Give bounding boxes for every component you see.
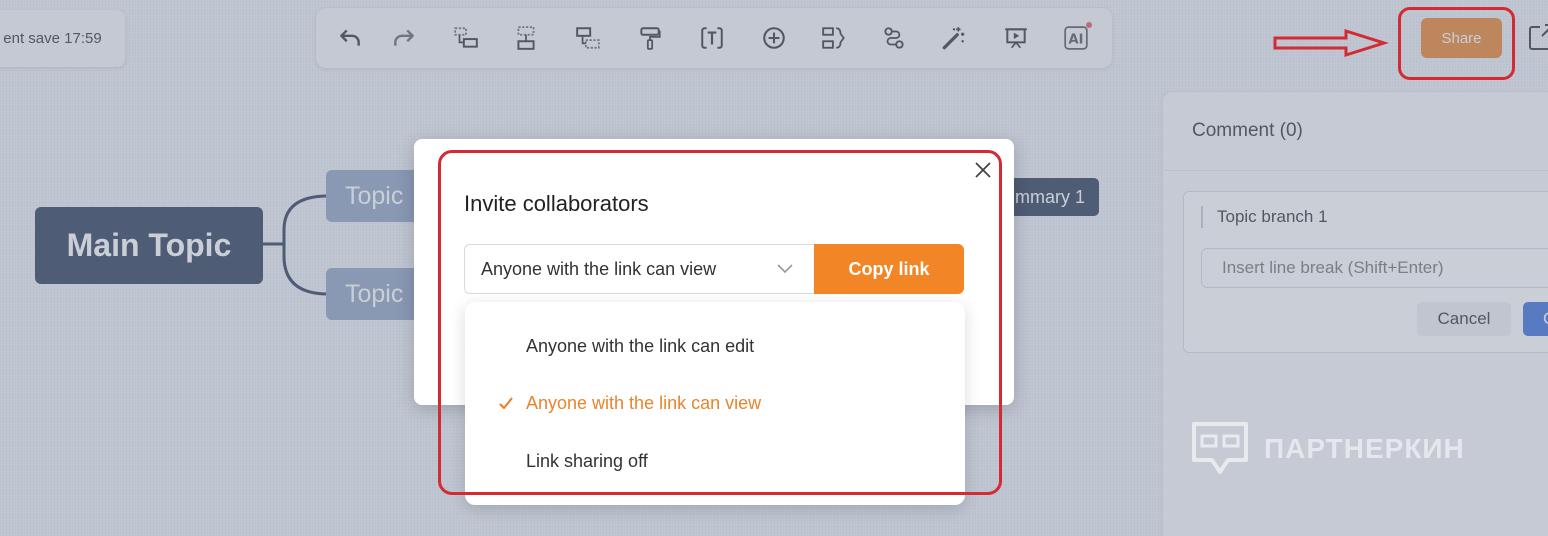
red-arrow-annotation xyxy=(1273,28,1389,58)
watermark: ПАРТНЕРКИН xyxy=(1190,420,1465,478)
watermark-logo-icon xyxy=(1192,422,1248,474)
watermark-text: ПАРТНЕРКИН xyxy=(1264,433,1465,464)
share-highlight-annotation xyxy=(1398,7,1515,80)
dialog-highlight-annotation xyxy=(438,150,1002,495)
